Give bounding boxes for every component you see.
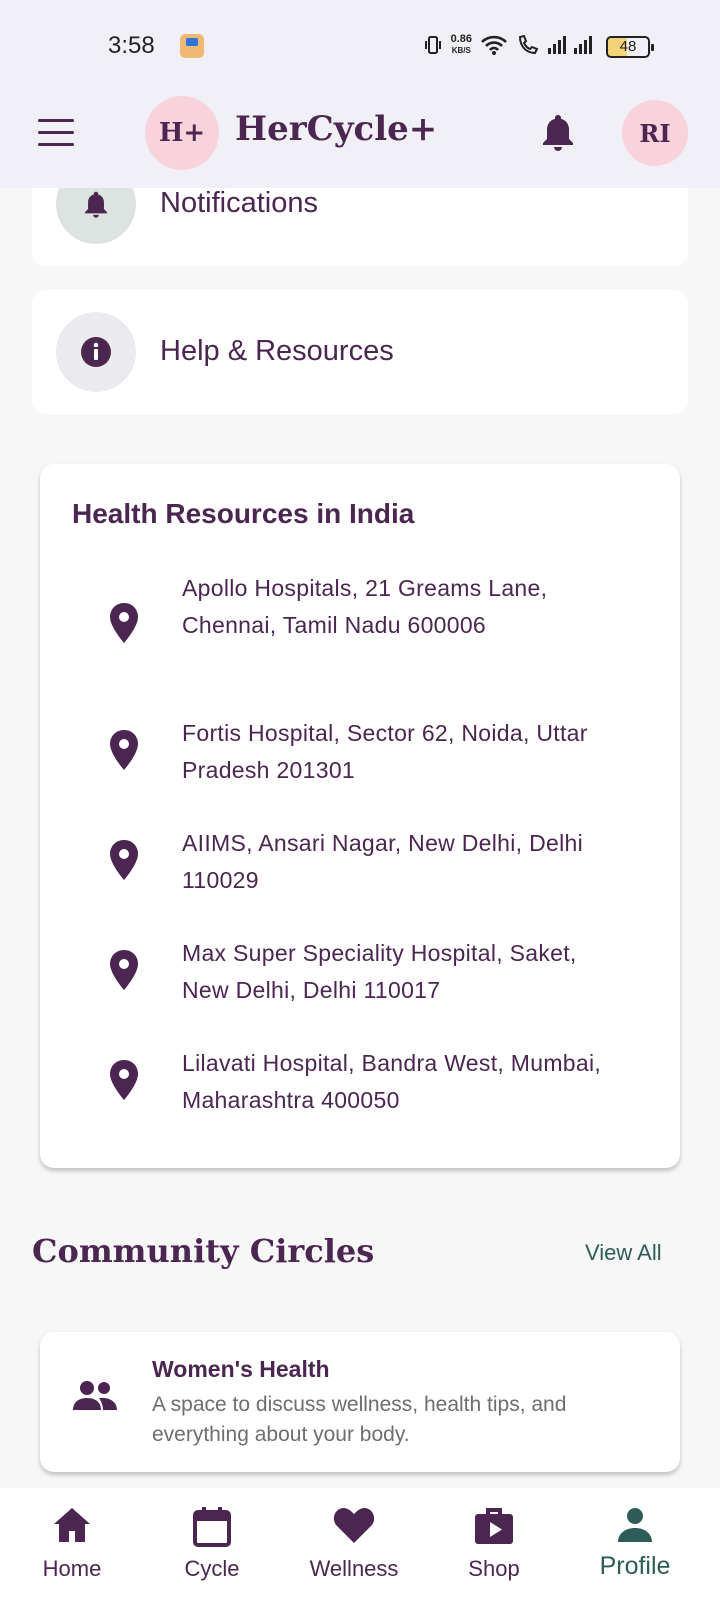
call-icon: [518, 34, 539, 55]
nav-item-cycle[interactable]: Cycle: [140, 1488, 284, 1600]
location-pin-icon: [110, 840, 138, 880]
nav-item-profile[interactable]: Profile: [563, 1488, 707, 1600]
health-resources-card: Health Resources in India Apollo Hospita…: [40, 464, 680, 1168]
nav-label: Shop: [468, 1556, 520, 1581]
content-scroll[interactable]: Notifications Help & Resources Health Re…: [0, 188, 720, 1488]
home-icon: [54, 1508, 90, 1542]
location-pin-icon: [110, 950, 138, 990]
menu-item-help-resources[interactable]: Help & Resources: [32, 290, 688, 414]
signal-icon-2: [574, 36, 592, 54]
resource-address: AIIMS, Ansari Nagar, New Delhi, Delhi 11…: [182, 830, 583, 893]
signal-icon: [548, 36, 566, 54]
notification-bell-icon[interactable]: [540, 112, 576, 152]
menu-item-notifications[interactable]: Notifications: [32, 188, 688, 266]
nav-label: Wellness: [309, 1556, 399, 1581]
location-pin-icon: [110, 1060, 138, 1100]
resource-address: Apollo Hospitals, 21 Greams Lane, Chenna…: [182, 575, 548, 638]
nav-label: Profile: [599, 1552, 671, 1580]
network-speed: 0.86 KB/S: [450, 33, 472, 56]
health-resources-title: Health Resources in India: [72, 498, 415, 529]
vibrate-icon: [424, 36, 441, 54]
shopping-app-icon: [180, 34, 204, 58]
battery-indicator: 48: [606, 36, 654, 58]
wifi-icon: [481, 35, 507, 55]
help-icon-circle: [56, 312, 136, 392]
view-all-link[interactable]: View All: [585, 1240, 662, 1266]
nav-item-wellness[interactable]: Wellness: [282, 1488, 426, 1600]
hamburger-menu-icon[interactable]: [38, 119, 74, 147]
community-circles-title: Community Circles: [32, 1232, 375, 1270]
bell-icon: [85, 191, 107, 218]
circle-name: Women's Health: [152, 1356, 330, 1382]
resource-address: Max Super Speciality Hospital, Saket, Ne…: [182, 940, 577, 1003]
nav-label: Home: [42, 1556, 102, 1581]
nav-item-shop[interactable]: Shop: [422, 1488, 566, 1600]
community-circle-card[interactable]: Women's Health A space to discuss wellne…: [40, 1332, 680, 1472]
resource-address: Fortis Hospital, Sector 62, Noida, Uttar…: [182, 720, 588, 783]
location-pin-icon: [110, 730, 138, 770]
person-icon: [618, 1508, 652, 1542]
calendar-icon: [193, 1507, 231, 1547]
app-logo: H+: [145, 96, 219, 170]
status-bar: 3:58 0.86 KB/S 48: [0, 0, 720, 92]
app-title: HerCycle+: [235, 109, 438, 149]
info-icon: [81, 337, 111, 367]
status-time: 3:58: [108, 32, 155, 59]
circle-description: A space to discuss wellness, health tips…: [152, 1393, 567, 1446]
group-icon: [73, 1381, 117, 1410]
resource-address: Lilavati Hospital, Bandra West, Mumbai, …: [182, 1050, 602, 1113]
location-pin-icon: [110, 603, 138, 643]
nav-label: Cycle: [184, 1556, 240, 1581]
status-indicators: 0.86 KB/S: [423, 34, 592, 56]
shop-bag-icon: [475, 1508, 513, 1544]
menu-item-label: Notifications: [160, 188, 318, 219]
app-bar: H+ HerCycle+ RI: [0, 92, 720, 188]
notifications-icon-circle: [56, 188, 136, 244]
menu-item-label: Help & Resources: [160, 335, 394, 367]
nav-item-home[interactable]: Home: [0, 1488, 144, 1600]
bottom-navigation: Home Cycle Wellness Shop Profile: [0, 1488, 720, 1600]
user-avatar[interactable]: RI: [622, 100, 688, 166]
heart-icon: [333, 1508, 375, 1543]
